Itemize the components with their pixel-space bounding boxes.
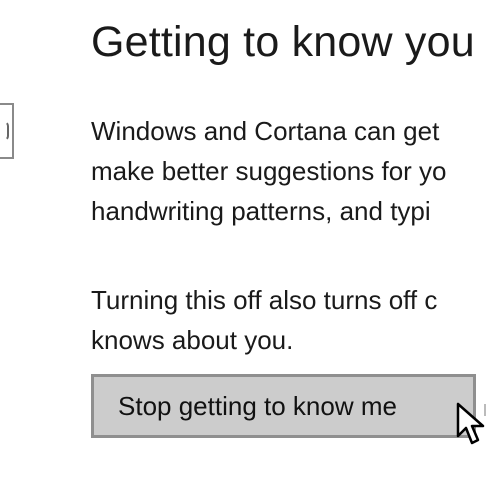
mouse-pointer-icon: [456, 402, 485, 445]
privacy-speech-inking-page: Getting to know you Windows and Cortana …: [0, 0, 490, 502]
description-line-2: make better suggestions for yo: [91, 156, 447, 186]
description-paragraph: Windows and Cortana can get make better …: [91, 111, 447, 231]
section-heading: Getting to know you: [91, 18, 475, 66]
warning-line-1: Turning this off also turns off c: [91, 285, 438, 315]
warning-paragraph: Turning this off also turns off c knows …: [91, 280, 437, 360]
stop-getting-to-know-me-button[interactable]: Stop getting to know me: [91, 374, 476, 438]
partially-visible-control[interactable]: [0, 103, 14, 159]
warning-line-2: knows about you.: [91, 325, 294, 355]
description-line-3: handwriting patterns, and typi: [91, 196, 431, 226]
partial-glyph-icon: [0, 121, 9, 141]
description-line-1: Windows and Cortana can get: [91, 116, 440, 146]
